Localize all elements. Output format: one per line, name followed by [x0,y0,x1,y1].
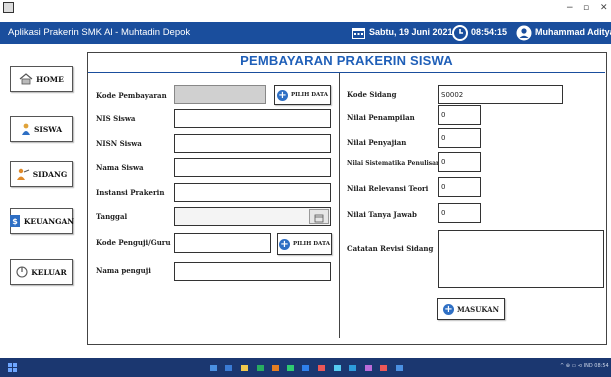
app-title: Aplikasi Prakerin SMK Al - Muhtadin Depo… [8,27,191,38]
taskbar-app-icon[interactable] [365,365,372,371]
clock-icon [452,25,468,41]
nis-label: NIS Siswa [96,114,136,123]
user-icon [516,25,532,41]
nisn-field[interactable] [174,134,331,153]
nav-siswa-label: SISWA [33,124,63,134]
kode-pembayaran-label: Kode Pembayaran [96,91,167,100]
nav-home-button[interactable]: HOME [10,66,73,92]
sistematika-field[interactable]: 0 [438,152,481,172]
taskbar-app-icon[interactable] [225,365,232,371]
taskbar-app-icon[interactable] [241,365,248,371]
taskbar-app-icon[interactable] [302,365,309,371]
kode-pembayaran-field[interactable] [174,85,266,104]
nama-siswa-field[interactable] [174,158,331,177]
nav-sidang-button[interactable]: SIDANG [10,161,73,187]
nav-sidang-label: SIDANG [32,169,68,179]
taskbar-app-icon[interactable] [257,365,264,371]
sistematika-label: Nilai Sistematika Penulisan [347,160,441,167]
kode-penguji-field[interactable] [174,233,271,253]
taskbar-app-icon[interactable] [396,365,403,371]
nav-keuangan-label: KEUANGAN [23,216,75,226]
instansi-label: Instansi Prakerin [96,188,165,197]
home-icon [19,73,33,85]
kode-penguji-label: Kode Penguji/Guru [96,238,171,247]
penyajian-label: Nilai Penyajian [347,138,407,147]
nav-keluar-button[interactable]: KELUAR [10,259,73,285]
taskbar-app-icon[interactable] [210,365,217,371]
kode-sidang-label: Kode Sidang [347,90,397,99]
column-divider [339,73,340,338]
nav-keluar-label: KELUAR [31,267,67,277]
catatan-label: Catatan Revisi Sidang [347,244,434,253]
taskbar-app-icon[interactable] [287,365,294,371]
tanggal-label: Tanggal [96,212,128,221]
pilih-data-button-2[interactable]: + PILIH DATA [277,233,332,255]
catatan-textarea[interactable] [438,230,604,288]
relevansi-field[interactable]: 0 [438,177,481,197]
masukan-label: MASUKAN [457,304,499,314]
svg-text:$: $ [12,217,18,226]
masukan-button[interactable]: + MASUKAN [437,298,505,320]
window-titlebar: − ▫ ✕ [0,0,611,22]
tanggal-field[interactable] [174,207,331,226]
pilih-data-button-1[interactable]: + PILIH DATA [274,85,331,105]
pilih-data-label-2: PILIH DATA [292,241,331,247]
student-icon [21,123,30,135]
taskbar-app-icon[interactable] [318,365,325,371]
instansi-field[interactable] [174,183,331,202]
title-divider [88,72,605,73]
form-title: PEMBAYARAN PRAKERIN SISWA [240,53,453,68]
start-icon[interactable] [8,363,17,372]
nav-home-label: HOME [36,74,64,84]
header-user: Muhammad Aditya [535,27,611,37]
presentation-icon [16,168,29,180]
nav-keuangan-button[interactable]: $ KEUANGAN [9,208,75,234]
maximize-icon[interactable]: ▫ [583,3,589,13]
calendar-picker-icon [314,214,324,223]
nama-penguji-label: Nama penguji [96,266,151,275]
header-time: 08:54:15 [471,27,508,37]
header-date: Sabtu, 19 Juni 2021 [369,27,453,37]
finance-icon: $ [9,215,20,227]
nisn-label: NISN Siswa [96,139,142,148]
nis-field[interactable] [174,109,331,128]
date-picker-button[interactable] [309,209,329,224]
taskbar-app-icon[interactable] [334,365,341,371]
kode-sidang-field[interactable]: S0002 [438,85,563,104]
app-header: Aplikasi Prakerin SMK Al - Muhtadin Depo… [0,22,611,44]
plus-icon: + [443,303,454,315]
penampilan-label: Nilai Penampilan [347,113,415,122]
relevansi-label: Nilai Relevansi Teori [347,184,429,193]
calendar-icon [352,28,365,39]
taskbar-app-icon[interactable] [272,365,279,371]
plus-icon: + [276,89,288,101]
taskbar-app-icon[interactable] [349,365,356,371]
penyajian-field[interactable]: 0 [438,128,481,148]
plus-icon: + [278,238,290,250]
minimize-icon[interactable]: − [566,3,574,13]
system-tray: ^ ⊕ ▭ ⊲ IND 08:54 [560,363,609,369]
close-icon[interactable]: ✕ [600,3,608,13]
nama-siswa-label: Nama Siswa [96,163,144,172]
nav-siswa-button[interactable]: SISWA [10,116,73,142]
penampilan-field[interactable]: 0 [438,105,481,125]
tanya-jawab-label: Nilai Tanya Jawab [347,210,417,219]
taskbar-app-icon[interactable] [380,365,387,371]
tanya-jawab-field[interactable]: 0 [438,203,481,223]
pilih-data-label-1: PILIH DATA [290,92,329,98]
power-icon [16,266,28,278]
app-icon [3,2,14,13]
nama-penguji-field[interactable] [174,262,331,281]
